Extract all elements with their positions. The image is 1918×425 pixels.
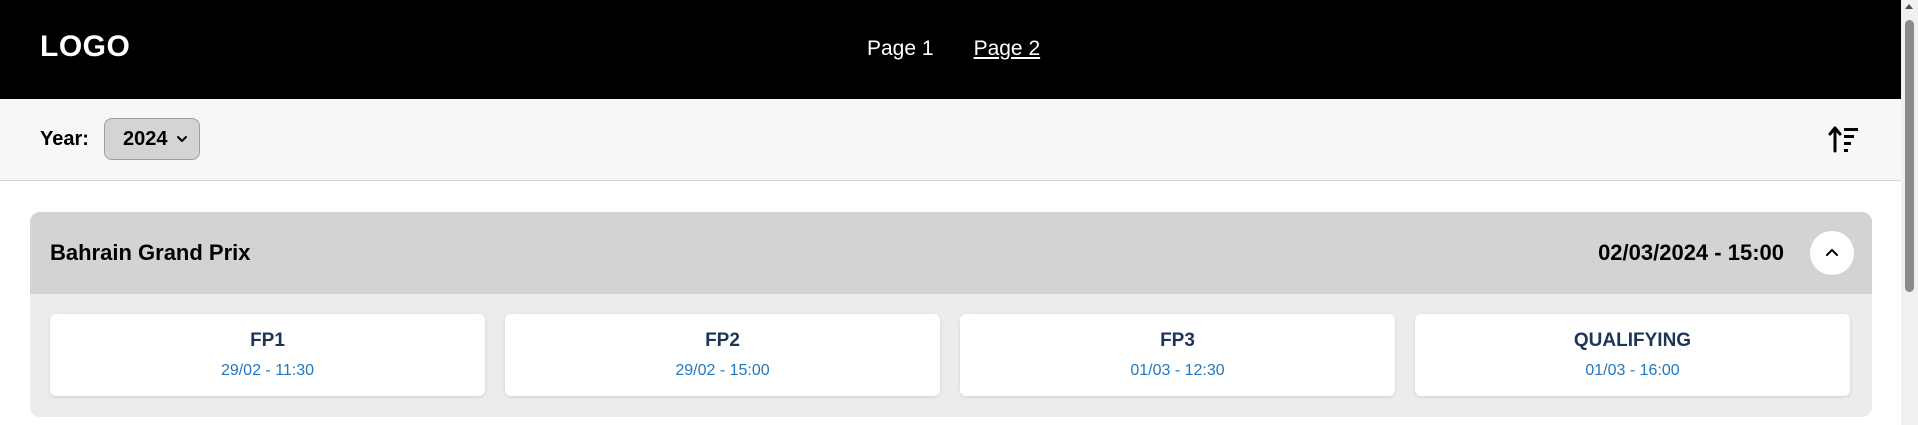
session-card-fp1[interactable]: FP1 29/02 - 11:30 — [50, 314, 485, 396]
logo[interactable]: LOGO — [40, 30, 130, 64]
race-card-header[interactable]: Bahrain Grand Prix 02/03/2024 - 15:00 — [30, 212, 1872, 294]
session-card-fp2[interactable]: FP2 29/02 - 15:00 — [505, 314, 940, 396]
session-time: 29/02 - 15:00 — [675, 362, 770, 379]
main-nav: Page 1 Page 2 — [867, 37, 1040, 61]
year-select[interactable]: 2024 — [104, 118, 200, 160]
race-datetime: 02/03/2024 - 15:00 — [1598, 240, 1784, 265]
vertical-scrollbar[interactable] — [1901, 0, 1918, 425]
race-card: Bahrain Grand Prix 02/03/2024 - 15:00 FP… — [30, 212, 1872, 417]
session-card-fp3[interactable]: FP3 01/03 - 12:30 — [960, 314, 1395, 396]
collapse-button[interactable] — [1810, 231, 1854, 275]
session-name: FP3 — [1160, 330, 1195, 351]
year-select-value: 2024 — [123, 127, 168, 150]
chevron-down-icon — [177, 136, 187, 142]
scroll-up-arrow-icon[interactable] — [1905, 4, 1913, 9]
session-name: FP1 — [250, 330, 285, 351]
session-time: 29/02 - 11:30 — [220, 362, 315, 379]
session-name: FP2 — [705, 330, 740, 351]
sort-ascending-icon[interactable] — [1827, 121, 1863, 157]
chevron-up-icon — [1826, 249, 1838, 256]
race-name: Bahrain Grand Prix — [50, 240, 251, 265]
session-time: 01/03 - 12:30 — [1130, 362, 1225, 379]
session-name: QUALIFYING — [1573, 330, 1692, 351]
scrollbar-thumb[interactable] — [1905, 20, 1914, 292]
session-time: 01/03 - 16:00 — [1585, 362, 1680, 379]
year-label: Year: — [40, 128, 89, 150]
app-page: LOGO Page 1 Page 2 Year: 2024 Bahrain Gr… — [0, 0, 1918, 425]
session-list: FP1 29/02 - 11:30 FP2 29/02 - 15:00 FP3 … — [50, 314, 1850, 396]
top-header: LOGO Page 1 Page 2 — [0, 0, 1901, 99]
nav-link-page-2[interactable]: Page 2 — [974, 37, 1041, 61]
nav-link-page-1[interactable]: Page 1 — [867, 37, 934, 61]
filter-toolbar: Year: 2024 — [0, 99, 1901, 181]
session-card-qualifying[interactable]: QUALIFYING 01/03 - 16:00 — [1415, 314, 1850, 396]
